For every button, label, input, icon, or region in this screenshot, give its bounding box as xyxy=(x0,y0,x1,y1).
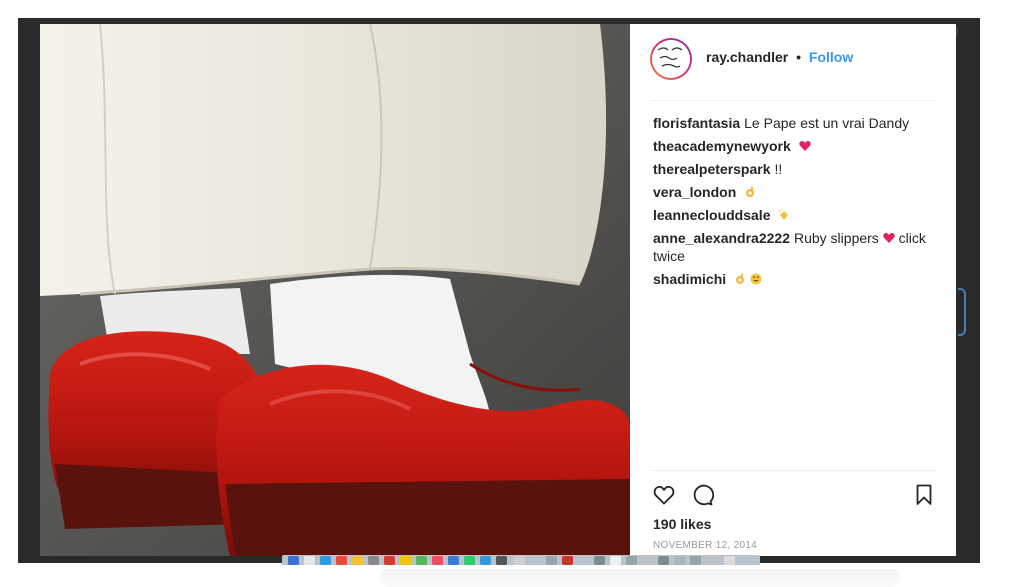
heart-emoji-icon xyxy=(883,233,895,243)
comment-username[interactable]: anne_alexandra2222 xyxy=(653,230,790,246)
post-footer: 190 likes NOVEMBER 12, 2014 xyxy=(650,470,936,556)
post-detail-panel: ray.chandler • Follow florisfantasia Le P… xyxy=(630,24,956,556)
clap-emoji-icon xyxy=(778,209,789,220)
dock-app-icon[interactable] xyxy=(658,556,669,565)
heart-emoji-icon xyxy=(798,141,811,151)
dock-app-icon[interactable] xyxy=(384,556,395,565)
dock-app-icon[interactable] xyxy=(288,556,299,565)
dock-app-icon[interactable] xyxy=(464,556,475,565)
comment-item: therealpeterspark!! xyxy=(653,160,938,178)
scroll-handle[interactable] xyxy=(958,288,966,336)
comment-item: vera_london xyxy=(653,183,938,201)
dock-app-icon[interactable] xyxy=(706,556,717,565)
post-date[interactable]: NOVEMBER 12, 2014 xyxy=(653,540,757,551)
dock-app-icon[interactable] xyxy=(626,556,637,565)
comment-username[interactable]: vera_london xyxy=(653,184,736,200)
dock-app-icon[interactable] xyxy=(610,556,621,565)
post-photo[interactable] xyxy=(40,24,630,556)
dock-reflection xyxy=(380,569,900,587)
heart-icon[interactable] xyxy=(652,483,676,507)
comments-list: florisfantasia Le Pape est un vrai Dandy … xyxy=(653,114,938,293)
comment-item: theacademynewyork xyxy=(653,137,938,155)
action-bar xyxy=(652,483,936,507)
avatar-image xyxy=(652,40,690,78)
likes-count[interactable]: 190 likes xyxy=(653,516,711,532)
dock-app-icon[interactable] xyxy=(336,556,347,565)
dock-app-icon[interactable] xyxy=(480,556,491,565)
smiling-face-emoji-icon xyxy=(750,273,762,285)
separator-dot: • xyxy=(796,49,802,65)
dock-app-icon[interactable] xyxy=(368,556,379,565)
dock-app-icon[interactable] xyxy=(352,556,363,565)
dock-app-icon[interactable] xyxy=(642,556,653,565)
comment-item: anne_alexandra2222 Ruby slippers click tw… xyxy=(653,229,938,265)
dock-app-icon[interactable] xyxy=(546,556,557,565)
comment-username[interactable]: florisfantasia xyxy=(653,115,740,131)
dock-app-icon[interactable] xyxy=(562,556,573,565)
post-username[interactable]: ray.chandler xyxy=(706,49,788,65)
ok-hand-emoji-icon xyxy=(736,273,745,284)
dock-app-icon[interactable] xyxy=(496,556,507,565)
comment-item: florisfantasia Le Pape est un vrai Dandy xyxy=(653,114,938,132)
dock-app-icon[interactable] xyxy=(320,556,331,565)
ok-hand-emoji-icon xyxy=(746,186,755,197)
dock-app-icon[interactable] xyxy=(674,556,685,565)
comment-username[interactable]: leanneclouddsale xyxy=(653,207,770,223)
dock-app-icon[interactable] xyxy=(514,556,525,565)
comment-item: leanneclouddsale xyxy=(653,206,938,224)
comment-text: Le Pape est un vrai Dandy xyxy=(744,115,910,131)
comment-username[interactable]: shadimichi xyxy=(653,271,726,287)
post-header: ray.chandler • Follow xyxy=(650,38,936,101)
dock-app-icon[interactable] xyxy=(416,556,427,565)
dock-app-icon[interactable] xyxy=(690,556,701,565)
red-shoes-image xyxy=(40,24,630,556)
bookmark-icon[interactable] xyxy=(912,483,936,507)
comment-icon[interactable] xyxy=(690,483,715,507)
dock-app-icon[interactable] xyxy=(594,556,605,565)
dock-app-icon[interactable] xyxy=(448,556,459,565)
trash-icon[interactable] xyxy=(724,556,735,565)
dock-app-icon[interactable] xyxy=(400,556,411,565)
dock-app-icon[interactable] xyxy=(432,556,443,565)
avatar[interactable] xyxy=(650,38,692,80)
dock-app-icon[interactable] xyxy=(304,556,315,565)
comment-text: Ruby slippers xyxy=(793,230,879,246)
comment-item: shadimichi xyxy=(653,270,938,288)
follow-button[interactable]: Follow xyxy=(809,49,853,65)
macos-dock xyxy=(282,555,760,565)
comment-username[interactable]: theacademynewyork xyxy=(653,138,791,154)
comment-text: !! xyxy=(774,161,783,177)
comment-username[interactable]: therealpeterspark xyxy=(653,161,771,177)
